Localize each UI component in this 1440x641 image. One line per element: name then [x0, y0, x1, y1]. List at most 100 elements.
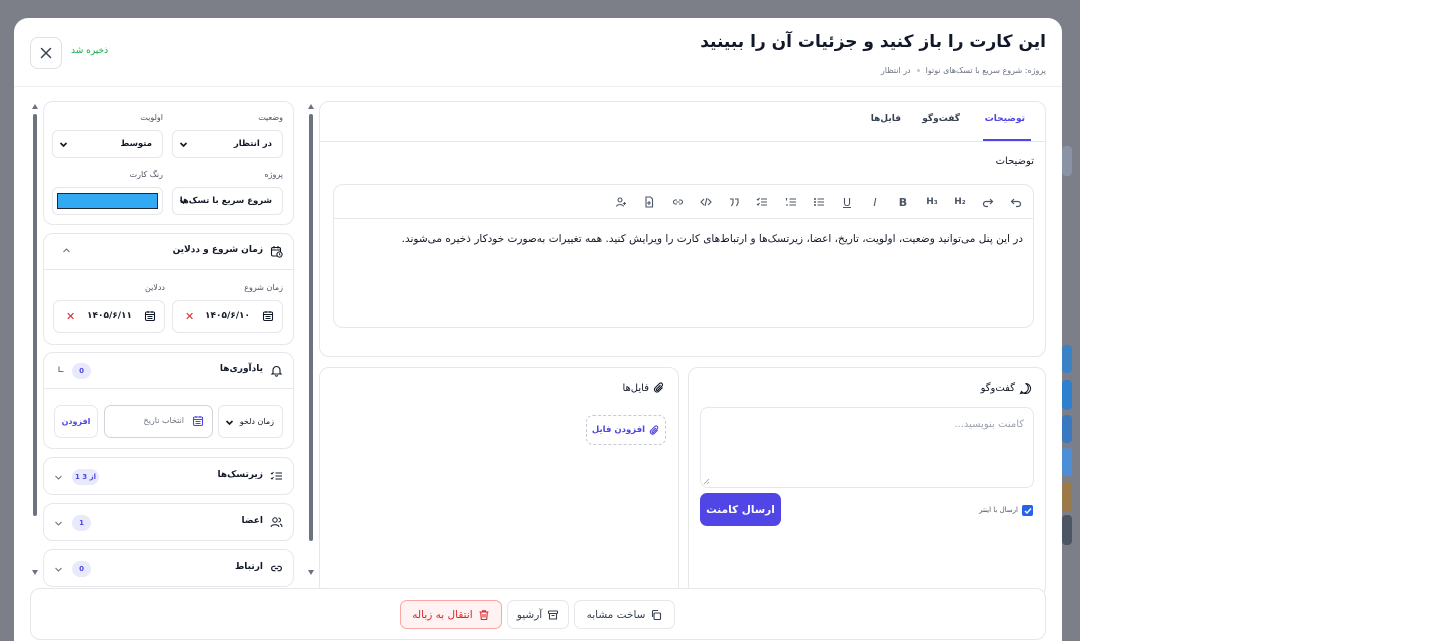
duplicate-button[interactable]: ساخت مشابه [574, 600, 675, 629]
deadline-field[interactable]: ۱۴۰۵/۶/۱۱ ✕ [53, 300, 165, 333]
project-value: شروع سریع با تسک‌ها [179, 196, 272, 206]
file-icon[interactable] [641, 194, 657, 210]
ordered-list-icon[interactable] [783, 194, 799, 210]
card-color-picker[interactable] [52, 187, 163, 215]
tab-conversation[interactable]: گفت‌وگو [922, 114, 960, 124]
project-select[interactable]: شروع سریع با تسک‌ها [172, 187, 283, 215]
bullet-list-icon[interactable] [811, 194, 827, 210]
move-to-trash-button[interactable]: انتقال به زباله [400, 600, 502, 629]
clear-date-icon[interactable]: ✕ [66, 310, 75, 323]
deadline-value: ۱۴۰۵/۶/۱۱ [86, 311, 132, 321]
enter-to-send-checkbox[interactable] [1022, 505, 1033, 516]
calendar-icon [262, 311, 274, 322]
description-editor[interactable]: H₂ H₃ B I U در این پنل می‌توانید وضعیت، … [333, 184, 1034, 328]
reminder-type-icon[interactable] [57, 365, 65, 373]
paperclip-icon [653, 382, 664, 393]
main-scrollbar[interactable] [309, 114, 313, 541]
card-color-swatch [57, 193, 158, 209]
undo-icon[interactable] [1008, 194, 1024, 210]
calendar-icon [192, 416, 204, 427]
comments-heading-label: گفت‌وگو [980, 383, 1015, 394]
task-list-icon[interactable] [754, 194, 770, 210]
priority-value: متوسط [120, 139, 152, 149]
files-heading-label: فایل‌ها [622, 382, 649, 394]
files-card: فایل‌ها افزودن فایل [319, 367, 679, 597]
relations-card[interactable]: ارتباط 0 [43, 549, 294, 587]
main-scroll-down[interactable] [308, 570, 314, 575]
add-file-label: افزودن فایل [591, 425, 646, 435]
chevron-down-icon [225, 420, 234, 426]
copy-icon [652, 609, 662, 620]
enter-to-send-label[interactable]: ارسال با اینتر [979, 506, 1018, 514]
italic-icon[interactable]: I [867, 194, 883, 210]
checklist-icon [269, 469, 283, 483]
comments-heading: گفت‌وگو [981, 382, 1032, 395]
link-icon[interactable] [670, 194, 686, 210]
modal-footer: ساخت مشابه آرشیو انتقال به زباله [30, 588, 1046, 640]
trash-icon [479, 609, 489, 620]
peek-card [1062, 380, 1072, 410]
reminder-time-select[interactable]: زمان دلخو [218, 405, 283, 438]
heading3-icon[interactable]: H₃ [924, 194, 940, 210]
peek-card [1062, 415, 1072, 443]
subtasks-card[interactable]: زیرتسک‌ها 1 از 3 [43, 457, 294, 495]
comment-input[interactable]: کامنت بنویسید... [700, 407, 1034, 488]
add-reminder-button[interactable]: افزودن [54, 405, 98, 438]
reminder-date-field[interactable]: انتخاب تاریخ [104, 405, 213, 438]
bell-icon [269, 363, 283, 377]
members-count-badge: 1 [72, 515, 91, 531]
code-icon[interactable] [698, 194, 714, 210]
redo-icon[interactable] [980, 194, 996, 210]
priority-select[interactable]: متوسط [52, 130, 163, 158]
chat-icon [1019, 382, 1032, 395]
schedule-header[interactable]: زمان شروع و ددلاین [44, 234, 293, 270]
duplicate-label: ساخت مشابه [586, 608, 646, 621]
send-comment-button[interactable]: ارسال کامنت [700, 493, 781, 526]
clear-date-icon[interactable]: ✕ [185, 310, 194, 323]
resize-handle-icon[interactable] [703, 478, 710, 485]
subtasks-progress-badge: 1 از 3 [72, 469, 99, 485]
tab-files[interactable]: فایل‌ها [871, 114, 901, 124]
comment-placeholder: کامنت بنویسید... [954, 419, 1024, 430]
chevron-down-icon [179, 142, 188, 148]
tab-description[interactable]: توضیحات [985, 114, 1025, 124]
status-select[interactable]: در انتظار [172, 130, 283, 158]
status-label: وضعیت [258, 113, 283, 122]
reminders-title: یادآوری‌ها [219, 364, 263, 374]
tab-active-indicator [983, 139, 1031, 141]
description-body[interactable]: در این پنل می‌توانید وضعیت، اولویت، تاری… [402, 233, 1023, 245]
editor-toolbar: H₂ H₃ B I U [334, 185, 1033, 219]
underline-icon[interactable]: U [839, 194, 855, 210]
sidebar-scroll-up[interactable] [32, 104, 38, 109]
bold-icon[interactable]: B [895, 194, 911, 210]
sidebar-scrollbar[interactable] [33, 114, 37, 516]
main-scroll-up[interactable] [308, 104, 314, 109]
paperclip-icon [649, 424, 659, 435]
chevron-down-icon [59, 142, 68, 148]
mention-icon[interactable] [613, 194, 629, 210]
description-card: توضیحات گفت‌وگو فایل‌ها توضیحات H₂ H₃ B … [319, 101, 1046, 357]
calendar-icon [144, 311, 156, 322]
sidebar-scroll-down[interactable] [32, 570, 38, 575]
users-icon [269, 515, 283, 529]
quote-icon[interactable] [726, 194, 742, 210]
chevron-down-icon [55, 567, 62, 572]
close-button[interactable] [30, 37, 62, 69]
peek-card [1062, 482, 1072, 512]
members-card[interactable]: اعضا 1 [43, 503, 294, 541]
link-icon [269, 561, 283, 575]
chevron-down-icon [55, 521, 62, 526]
calendar-clock-icon [269, 244, 283, 258]
reminders-header[interactable]: یادآوری‌ها 0 [44, 353, 293, 389]
archive-label: آرشیو [516, 608, 543, 621]
heading2-icon[interactable]: H₂ [952, 194, 968, 210]
members-title: اعضا [241, 516, 263, 526]
check-icon [1024, 507, 1032, 514]
page-title: این کارت را باز کنید و جزئیات آن را ببین… [700, 32, 1046, 52]
close-icon [40, 47, 52, 59]
archive-button[interactable]: آرشیو [507, 600, 569, 629]
breadcrumb-project[interactable]: پروژه: شروع سریع با تسک‌های نوتوا [926, 66, 1046, 75]
chevron-down-icon [179, 199, 188, 205]
add-file-button[interactable]: افزودن فایل [586, 415, 666, 445]
start-date-field[interactable]: ۱۴۰۵/۶/۱۰ ✕ [172, 300, 283, 333]
